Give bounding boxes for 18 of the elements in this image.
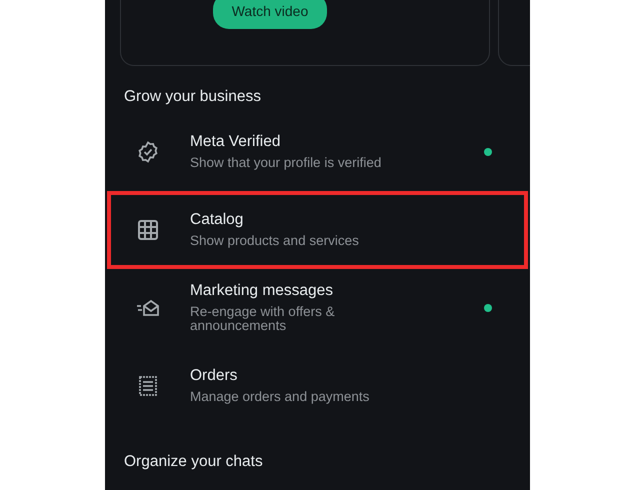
item-title: Orders <box>190 367 238 386</box>
item-title: Catalog <box>190 211 244 230</box>
item-title: Marketing messages <box>190 282 334 301</box>
item-title: Meta Verified <box>190 133 282 152</box>
section-heading: Organize your chats <box>123 452 264 472</box>
watch-video-button[interactable]: Watch video <box>213 0 327 29</box>
menu-item[interactable]: Marketing messages Re-engage with offers & announcements <box>107 268 528 347</box>
menu-item[interactable]: Catalog Show products and services <box>107 190 528 269</box>
item-subtitle: Manage orders and payments <box>190 390 370 404</box>
menu-item[interactable]: Orders Manage orders and payments <box>107 346 528 425</box>
menu-item[interactable]: Meta Verified Show that your profile is verified <box>107 112 528 191</box>
item-subtitle: Re-engage with offers & announcements <box>190 304 336 334</box>
grid-icon <box>136 218 160 242</box>
item-subtitle: Show products and services <box>190 234 360 248</box>
section-heading: Grow your business <box>123 88 262 107</box>
item-subtitle: Show that your profile is verified <box>190 156 382 170</box>
receipt-icon <box>136 374 160 398</box>
badge-check-icon <box>136 140 160 164</box>
